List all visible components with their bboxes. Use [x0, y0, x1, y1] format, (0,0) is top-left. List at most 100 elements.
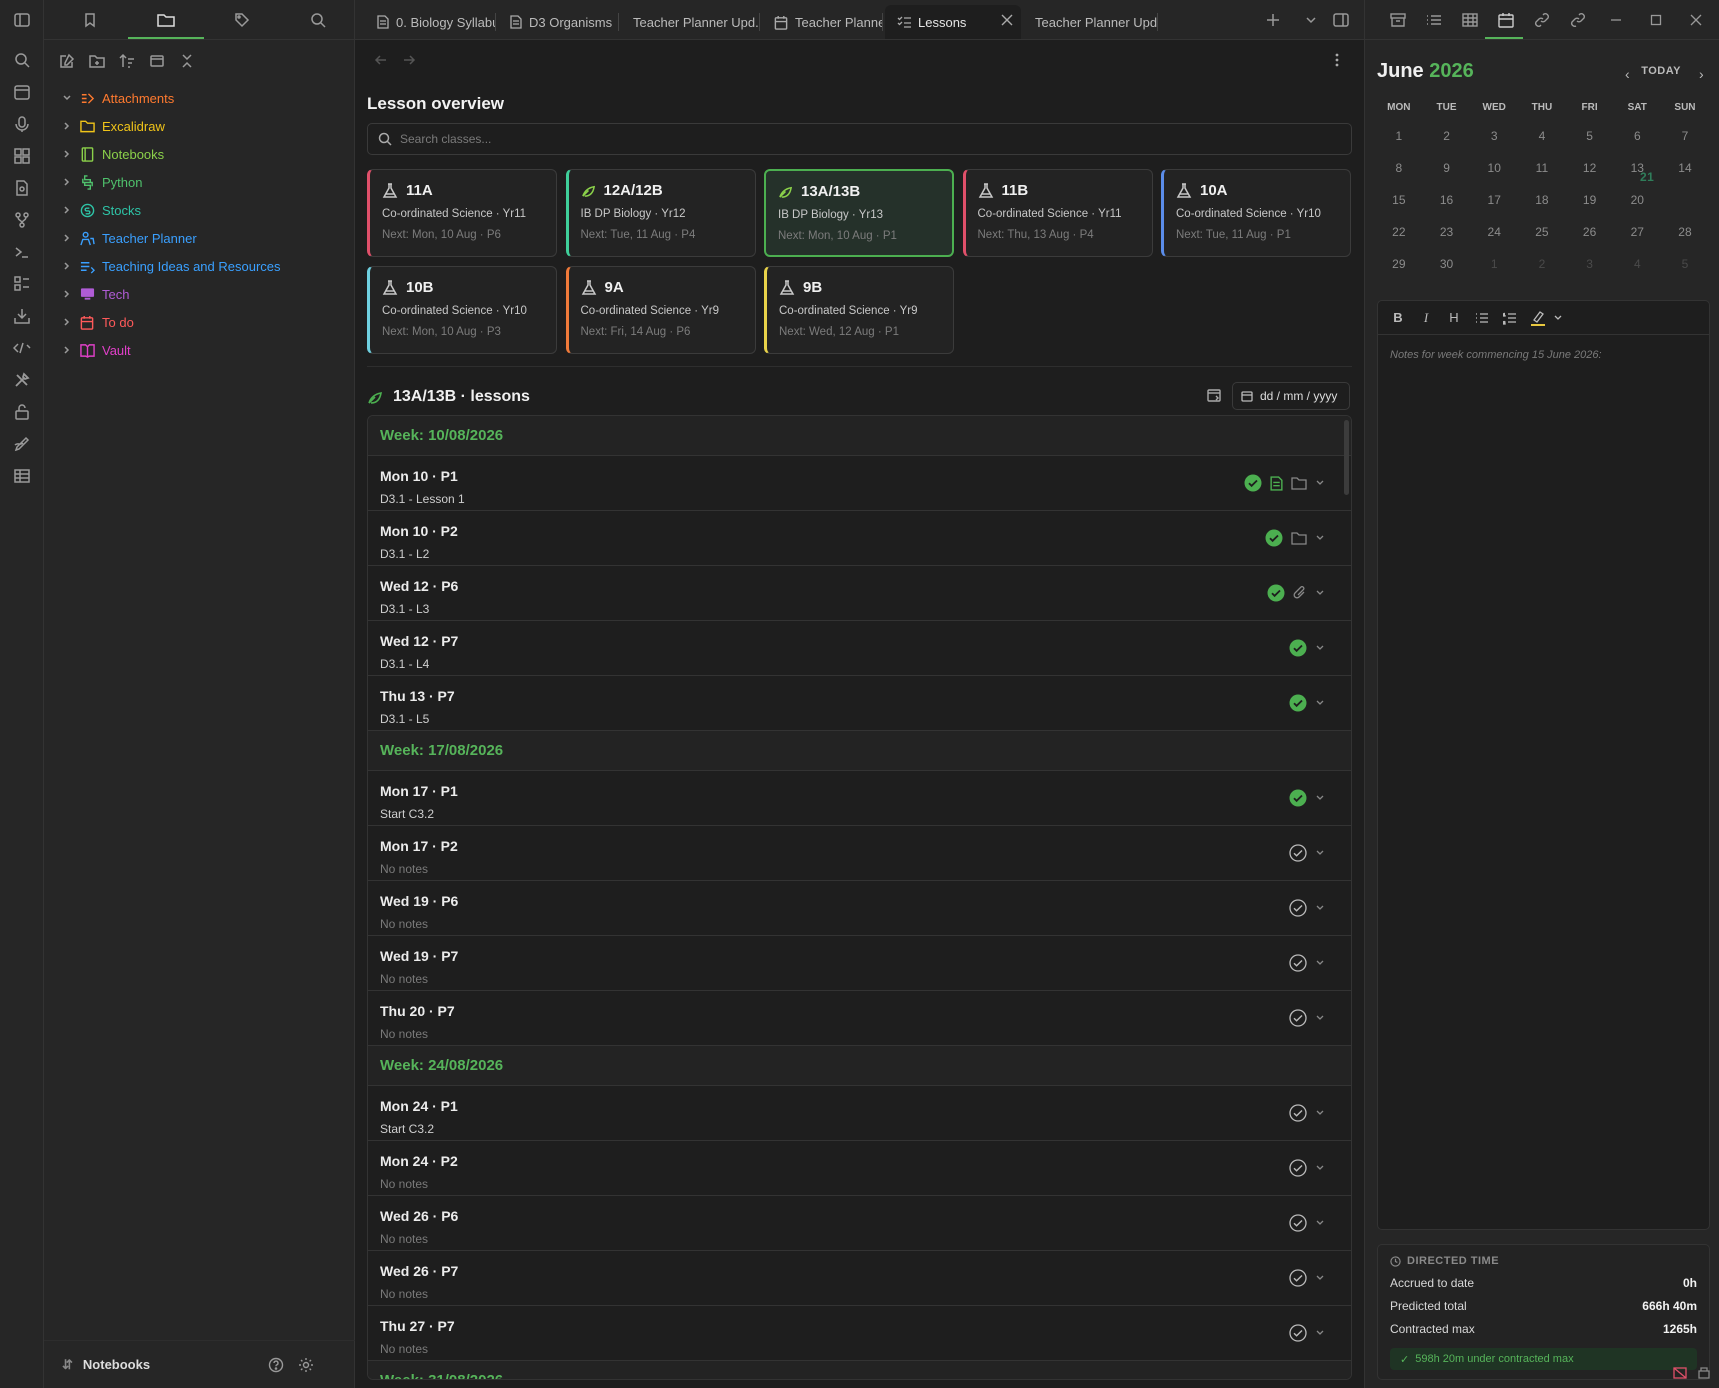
bullet-list-icon[interactable] — [1474, 310, 1490, 326]
chevron-right-icon[interactable] — [62, 177, 74, 187]
check-circle-icon[interactable] — [1289, 1214, 1307, 1232]
list-icon[interactable] — [1423, 9, 1445, 31]
chevron-right-icon[interactable] — [62, 233, 74, 243]
tree-item-notebooks[interactable]: Notebooks — [44, 140, 355, 168]
calendar-day[interactable]: 18 — [1518, 184, 1566, 216]
chevron-right-icon[interactable] — [62, 121, 74, 131]
bold-icon[interactable]: B — [1390, 310, 1406, 326]
calendar-day[interactable]: 3 — [1470, 120, 1518, 152]
chevron-down-icon[interactable] — [1315, 1273, 1325, 1283]
calendar-day[interactable]: 12 — [1566, 152, 1614, 184]
class-card-13a-13b[interactable]: 13A/13B IB DP Biology · Yr13 Next: Mon, 10… — [764, 169, 954, 257]
chevron-right-icon[interactable] — [62, 261, 74, 271]
paperclip-icon[interactable] — [1293, 586, 1307, 600]
lesson-row[interactable]: Mon 24 · P2 No notes — [368, 1141, 1351, 1196]
lesson-row[interactable]: Thu 13 · P7 D3.1 - L5 — [368, 676, 1351, 731]
lesson-row[interactable]: Wed 26 · P7 No notes — [368, 1251, 1351, 1306]
chevron-right-icon[interactable] — [62, 345, 74, 355]
link-add-icon[interactable] — [1567, 9, 1589, 31]
help-icon[interactable] — [266, 1355, 286, 1375]
tree-item-tech[interactable]: Tech — [44, 280, 355, 308]
tree-item-excalidraw[interactable]: Excalidraw — [44, 112, 355, 140]
check-circle-icon[interactable] — [1289, 954, 1307, 972]
new-note-icon[interactable] — [56, 50, 78, 72]
lesson-row[interactable]: Mon 24 · P1 Start C3.2 — [368, 1086, 1351, 1141]
chevron-down-icon[interactable] — [1315, 533, 1325, 543]
chevron-down-icon[interactable] — [1315, 958, 1325, 968]
today-button[interactable]: TODAY — [1641, 65, 1681, 77]
calendar-day[interactable]: 2 — [1423, 120, 1471, 152]
calendar-day[interactable]: 26 — [1566, 216, 1614, 248]
table-icon[interactable] — [10, 464, 34, 488]
terminal-icon[interactable] — [10, 240, 34, 264]
check-circle-icon[interactable] — [1289, 1324, 1307, 1342]
tree-item-vault[interactable]: Vault — [44, 336, 355, 364]
highlighter-icon[interactable] — [1530, 310, 1546, 326]
link-edit-icon[interactable] — [1531, 9, 1553, 31]
folder-icon[interactable] — [1291, 476, 1307, 490]
calendar-day[interactable]: 10 — [1470, 152, 1518, 184]
class-card-11b[interactable]: 11B Co-ordinated Science · Yr11 Next: Thu,… — [962, 169, 1153, 257]
chevron-right-icon[interactable] — [62, 149, 74, 159]
chevron-right-icon[interactable] — [62, 317, 74, 327]
chevron-down-icon[interactable] — [1315, 1108, 1325, 1118]
tools-icon[interactable] — [10, 368, 34, 392]
calendar-day[interactable]: 24 — [1470, 216, 1518, 248]
tree-item-stocks[interactable]: Stocks — [44, 196, 355, 224]
calendar-day[interactable]: 5 — [1661, 248, 1709, 280]
check-done-icon[interactable] — [1289, 639, 1307, 657]
sync-error-icon[interactable] — [1671, 1364, 1689, 1382]
italic-icon[interactable]: I — [1418, 310, 1434, 326]
import-icon[interactable] — [10, 304, 34, 328]
next-month-icon[interactable]: › — [1699, 66, 1704, 82]
lesson-row[interactable]: Wed 19 · P6 No notes — [368, 881, 1351, 936]
class-card-10a[interactable]: 10A Co-ordinated Science · Yr10 Next: Tue,… — [1161, 169, 1351, 257]
calendar-day[interactable]: 17 — [1470, 184, 1518, 216]
calendar-day[interactable]: 15 — [1375, 184, 1423, 216]
kanban-icon[interactable] — [10, 272, 34, 296]
tree-item-python[interactable]: Python — [44, 168, 355, 196]
calendar-day[interactable]: 8 — [1375, 152, 1423, 184]
lesson-row[interactable]: Mon 10 · P2 D3.1 - L2 — [368, 511, 1351, 566]
check-circle-icon[interactable] — [1289, 1104, 1307, 1122]
chevron-right-icon[interactable] — [62, 289, 74, 299]
calendar-day[interactable]: 2 — [1518, 248, 1566, 280]
sidebar-toggle-icon[interactable] — [10, 8, 34, 32]
tree-item-to-do[interactable]: To do — [44, 308, 355, 336]
chevron-down-icon[interactable] — [1315, 1013, 1325, 1023]
calendar-icon[interactable] — [1495, 9, 1517, 31]
calendar-day[interactable]: 7 — [1661, 120, 1709, 152]
collapse-all-icon[interactable] — [176, 50, 198, 72]
lesson-row[interactable]: Mon 17 · P1 Start C3.2 — [368, 771, 1351, 826]
search-icon[interactable] — [10, 48, 34, 72]
check-done-icon[interactable] — [1289, 694, 1307, 712]
chevron-down-icon[interactable] — [1315, 903, 1325, 913]
chevron-right-icon[interactable] — [62, 205, 74, 215]
chevron-down-icon[interactable] — [1315, 1163, 1325, 1173]
lesson-row[interactable]: Wed 26 · P6 No notes — [368, 1196, 1351, 1251]
tab-teacher-planner-upd[interactable]: Teacher Planner Upd... — [621, 5, 760, 39]
chevron-down-icon[interactable] — [1315, 588, 1325, 598]
tag-icon[interactable] — [230, 8, 254, 32]
tab-teacher-planner[interactable]: Teacher Planner — [762, 5, 883, 39]
weekly-notes[interactable]: B I H 12 Notes for week commencing 15 Ju… — [1377, 300, 1710, 1230]
check-circle-icon[interactable] — [1289, 1009, 1307, 1027]
calendar-day[interactable]: 28 — [1661, 216, 1709, 248]
chevron-down-icon[interactable] — [1315, 698, 1325, 708]
tree-item-teacher-planner[interactable]: Teacher Planner — [44, 224, 355, 252]
lesson-row[interactable]: Wed 19 · P7 No notes — [368, 936, 1351, 991]
close-tab-icon[interactable] — [1001, 14, 1013, 26]
calendar-day[interactable]: 1 — [1375, 120, 1423, 152]
calendar-day[interactable]: 16 — [1423, 184, 1471, 216]
check-circle-icon[interactable] — [1289, 1269, 1307, 1287]
class-card-9b[interactable]: 9B Co-ordinated Science · Yr9 Next: Wed, 1… — [764, 266, 954, 354]
chevron-down-icon[interactable] — [1315, 643, 1325, 653]
lesson-row[interactable]: Mon 17 · P2 No notes — [368, 826, 1351, 881]
calendar-day[interactable]: 1 — [1470, 248, 1518, 280]
calendar-day[interactable]: 11 — [1518, 152, 1566, 184]
calendar-day[interactable]: 27 — [1613, 216, 1661, 248]
calendar-day[interactable]: 29 — [1375, 248, 1423, 280]
chevron-down-icon[interactable] — [1315, 1328, 1325, 1338]
maximize-icon[interactable] — [1645, 9, 1667, 31]
folder-icon[interactable] — [1291, 531, 1307, 545]
